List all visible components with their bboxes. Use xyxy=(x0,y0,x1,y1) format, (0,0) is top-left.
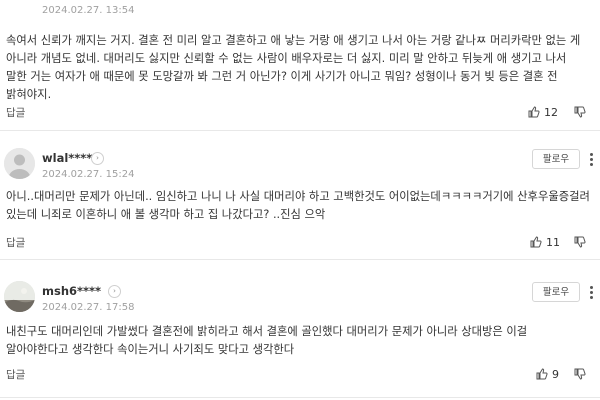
like-count: 11 xyxy=(546,235,560,249)
like-button[interactable]: 11 xyxy=(530,234,560,250)
like-button[interactable]: 9 xyxy=(536,366,559,382)
thumbs-down-icon xyxy=(574,106,586,118)
dislike-button[interactable]: 0 xyxy=(574,104,586,120)
comment-text: 내친구도 대머리인데 가발썼다 결혼전에 밝히라고 해서 결혼에 골인했다 대머… xyxy=(6,325,528,356)
follow-button[interactable]: 팔로우 xyxy=(532,149,580,169)
comment-item: wlal**** › 2024.02.27. 15:24 팔로우 아니..대머리… xyxy=(0,131,600,259)
comment-text: 속여서 신뢰가 깨지는 거지. 결혼 전 미리 알고 결혼하고 애 낳는 거랑 … xyxy=(6,34,581,101)
comment-date: 2024.02.27. 17:58 xyxy=(42,302,135,313)
more-vertical-icon[interactable] xyxy=(587,284,595,302)
thumbs-up-icon xyxy=(530,236,542,248)
chevron-right-icon[interactable]: › xyxy=(91,152,104,165)
like-count: 12 xyxy=(544,105,558,119)
comment-username[interactable]: wlal**** xyxy=(42,151,92,165)
comment-date: 2024.02.27. 15:24 xyxy=(42,169,135,180)
follow-button[interactable]: 팔로우 xyxy=(532,282,580,302)
comment-username[interactable]: msh6**** xyxy=(42,284,101,298)
reply-button[interactable]: 답글 xyxy=(6,105,25,120)
thumbs-up-icon xyxy=(536,368,548,380)
comment-date: 2024.02.27. 13:54 xyxy=(42,5,135,16)
reply-button[interactable]: 답글 xyxy=(6,367,25,382)
comment-item: 2024.02.27. 13:54 속여서 신뢰가 깨지는 거지. 결혼 전 미… xyxy=(0,0,600,130)
comment-text: 아니..대머리만 문제가 아닌데.. 임신하고 나니 나 사실 대머리야 하고 … xyxy=(6,190,590,221)
dislike-button[interactable]: 0 xyxy=(574,234,586,250)
like-count: 9 xyxy=(552,367,559,381)
avatar xyxy=(4,148,35,179)
thumbs-down-icon xyxy=(574,236,586,248)
dislike-button[interactable]: 0 xyxy=(574,366,586,382)
thumbs-down-icon xyxy=(574,368,586,380)
avatar xyxy=(4,281,35,312)
more-vertical-icon[interactable] xyxy=(587,151,595,169)
comment-item: msh6**** › 2024.02.27. 17:58 팔로우 내친구도 대머… xyxy=(0,260,600,400)
thumbs-up-icon xyxy=(528,106,540,118)
like-button[interactable]: 12 xyxy=(528,104,558,120)
reply-button[interactable]: 답글 xyxy=(6,235,25,250)
chevron-right-icon[interactable]: › xyxy=(108,285,121,298)
divider xyxy=(0,397,600,398)
